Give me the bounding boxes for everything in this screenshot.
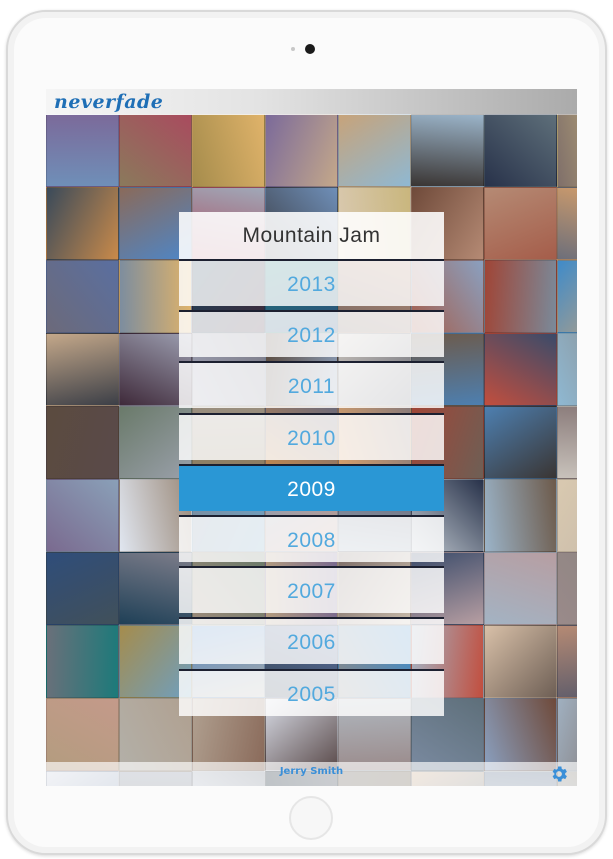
gear-icon[interactable]: [549, 764, 569, 784]
app-screen: neverfade Mountain Jam 2013 2012 2011 2010 2…: [46, 89, 577, 786]
photo-thumbnail[interactable]: [46, 479, 119, 552]
photo-thumbnail[interactable]: [484, 333, 557, 406]
photo-thumbnail[interactable]: [557, 552, 577, 625]
year-option-2009[interactable]: 2009: [179, 463, 444, 511]
photo-thumbnail[interactable]: [46, 552, 119, 625]
photo-thumbnail[interactable]: [484, 114, 557, 187]
photo-thumbnail[interactable]: [484, 406, 557, 479]
photo-thumbnail[interactable]: [557, 406, 577, 479]
bottom-bar: Jerry Smith: [46, 762, 577, 786]
app-logo: neverfade: [54, 91, 164, 113]
photo-thumbnail[interactable]: [557, 114, 577, 187]
photo-thumbnail[interactable]: [557, 260, 577, 333]
photo-thumbnail[interactable]: [411, 114, 484, 187]
photo-thumbnail[interactable]: [484, 479, 557, 552]
photo-thumbnail[interactable]: [484, 260, 557, 333]
photo-thumbnail[interactable]: [557, 333, 577, 406]
photo-thumbnail[interactable]: [119, 114, 192, 187]
photo-thumbnail[interactable]: [557, 187, 577, 260]
photo-thumbnail[interactable]: [557, 625, 577, 698]
front-camera: [305, 44, 315, 54]
photo-thumbnail[interactable]: [46, 406, 119, 479]
photo-thumbnail[interactable]: [557, 479, 577, 552]
top-bar: neverfade: [46, 89, 577, 115]
year-option-2010[interactable]: 2010: [179, 412, 444, 460]
photo-thumbnail[interactable]: [46, 333, 119, 406]
year-option-2012[interactable]: 2012: [179, 310, 444, 358]
photo-thumbnail[interactable]: [484, 552, 557, 625]
photo-thumbnail[interactable]: [46, 698, 119, 771]
photo-thumbnail[interactable]: [265, 114, 338, 187]
year-option-2006[interactable]: 2006: [179, 617, 444, 665]
year-option-2013[interactable]: 2013: [179, 259, 444, 306]
photo-thumbnail[interactable]: [46, 114, 119, 187]
username-label[interactable]: Jerry Smith: [46, 766, 577, 777]
year-option-2005[interactable]: 2005: [179, 668, 444, 716]
photo-thumbnail[interactable]: [46, 260, 119, 333]
year-option-2011[interactable]: 2011: [179, 361, 444, 409]
photo-thumbnail[interactable]: [46, 625, 119, 698]
photo-thumbnail[interactable]: [338, 114, 411, 187]
year-picker: Mountain Jam 2013 2012 2011 2010 2009 2008 200…: [179, 212, 444, 717]
sensor-dot: [291, 47, 295, 51]
photo-thumbnail[interactable]: [557, 698, 577, 771]
photo-thumbnail[interactable]: [192, 114, 265, 187]
photo-thumbnail[interactable]: [46, 187, 119, 260]
photo-thumbnail[interactable]: [484, 187, 557, 260]
year-option-2008[interactable]: 2008: [179, 515, 444, 562]
photo-thumbnail[interactable]: [484, 625, 557, 698]
picker-title: Mountain Jam: [179, 212, 444, 259]
home-button[interactable]: [289, 796, 333, 840]
photo-thumbnail[interactable]: [484, 698, 557, 771]
year-option-2007[interactable]: 2007: [179, 566, 444, 614]
